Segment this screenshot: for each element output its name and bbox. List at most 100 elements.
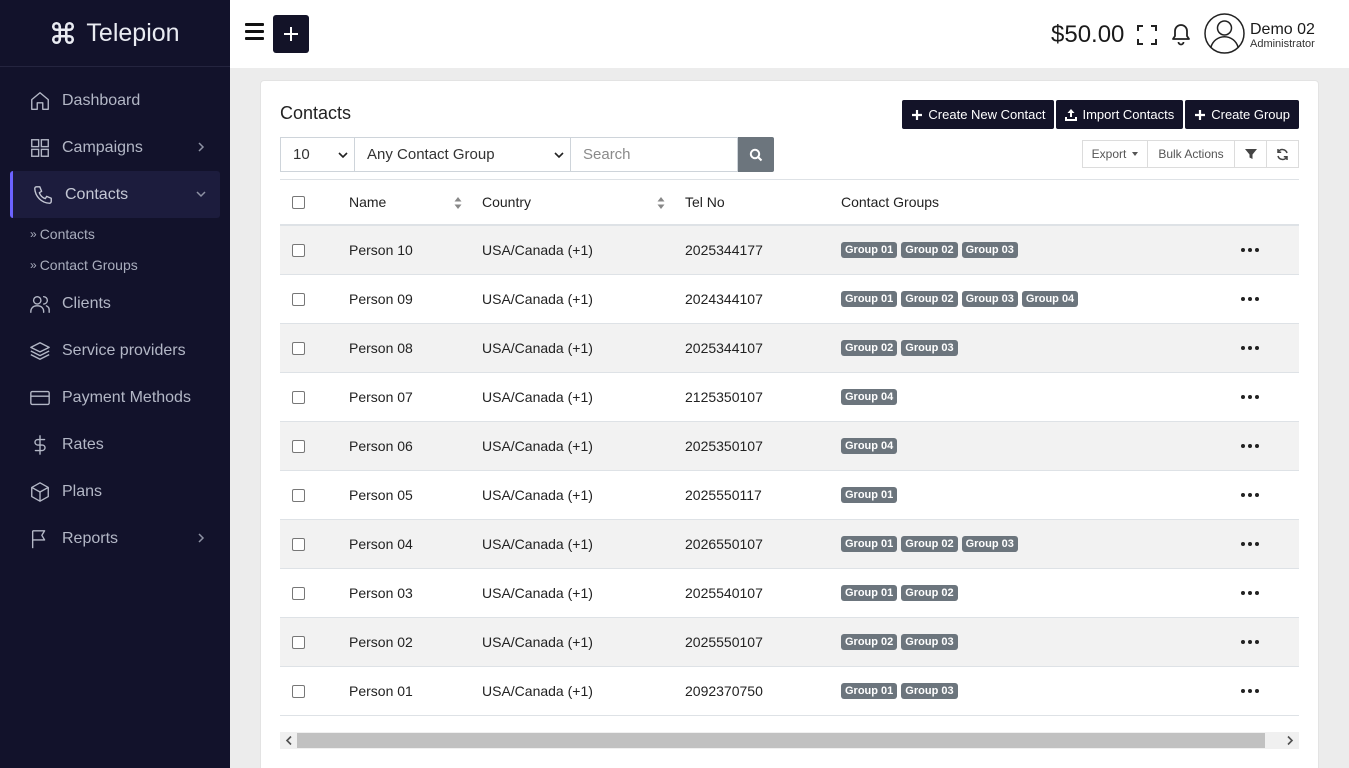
grid-icon: [29, 137, 51, 159]
row-actions-button[interactable]: [1241, 569, 1259, 617]
group-badge: Group 04: [841, 438, 898, 454]
table-row: Person 07 USA/Canada (+1) 2125350107 Gro…: [280, 373, 1299, 422]
contact-tel: 2025344107: [685, 340, 763, 356]
column-header-country[interactable]: Country: [482, 180, 531, 224]
sort-icon[interactable]: [454, 196, 462, 210]
sidebar-item-reports[interactable]: Reports: [0, 515, 230, 562]
contact-country: USA/Canada (+1): [482, 585, 593, 601]
filter-button[interactable]: [1234, 140, 1267, 168]
column-header-name[interactable]: Name: [349, 180, 386, 224]
row-select-cell: [292, 569, 305, 617]
sidebar-item-campaigns[interactable]: Campaigns: [0, 124, 230, 171]
contact-tel: 2026550107: [685, 536, 763, 552]
import-contacts-button[interactable]: Import Contacts: [1056, 100, 1184, 129]
contact-name: Person 06: [349, 438, 413, 454]
row-actions-button[interactable]: [1241, 471, 1259, 519]
row-checkbox[interactable]: [292, 635, 305, 649]
bulk-actions-button[interactable]: Bulk Actions: [1147, 140, 1235, 168]
row-actions-button[interactable]: [1241, 275, 1259, 323]
row-actions-button[interactable]: [1241, 373, 1259, 421]
bell-icon[interactable]: [1171, 22, 1191, 46]
row-checkbox[interactable]: [292, 341, 305, 355]
sidebar-item-plans[interactable]: Plans: [0, 468, 230, 515]
group-badge: Group 03: [961, 291, 1018, 307]
row-select-cell: [292, 226, 305, 274]
row-checkbox[interactable]: [292, 537, 305, 551]
dollar-icon: [29, 434, 51, 456]
contact-groups: Group 01 Group 02: [841, 569, 958, 617]
scroll-left-icon[interactable]: [284, 735, 294, 746]
sidebar-item-rates[interactable]: Rates: [0, 421, 230, 468]
row-checkbox[interactable]: [292, 488, 305, 502]
group-badge: Group 02: [901, 242, 958, 258]
table-row: Person 09 USA/Canada (+1) 2024344107 Gro…: [280, 275, 1299, 324]
row-checkbox[interactable]: [292, 243, 305, 257]
plus-icon: [1195, 109, 1206, 120]
row-checkbox[interactable]: [292, 390, 305, 404]
quick-add-button[interactable]: [273, 15, 309, 53]
filter-icon: [1244, 149, 1257, 159]
scroll-right-icon[interactable]: [1285, 735, 1295, 746]
column-header-tel-no[interactable]: Tel No: [685, 180, 725, 224]
sidebar-item-label: Rates: [62, 435, 104, 453]
scrollbar-thumb[interactable]: [297, 733, 1265, 748]
row-checkbox[interactable]: [292, 439, 305, 453]
refresh-button[interactable]: [1266, 140, 1299, 168]
contact-tel: 2024344107: [685, 291, 763, 307]
export-dropdown[interactable]: Export: [1082, 140, 1148, 168]
fullscreen-icon[interactable]: [1136, 24, 1158, 46]
row-actions-button[interactable]: [1241, 324, 1259, 372]
contact-country: USA/Canada (+1): [482, 683, 593, 699]
create-group-button[interactable]: Create Group: [1185, 100, 1299, 129]
page-size-select[interactable]: 10: [280, 137, 355, 172]
import-contacts-label: Import Contacts: [1082, 107, 1175, 122]
row-actions-button[interactable]: [1241, 422, 1259, 470]
sidebar-subitem-contact-groups[interactable]: » Contact Groups: [0, 249, 230, 280]
contact-country: USA/Canada (+1): [482, 291, 593, 307]
sidebar-item-label: Payment Methods: [62, 388, 191, 406]
more-icon: [1241, 542, 1259, 546]
row-checkbox[interactable]: [292, 586, 305, 600]
column-header-contact-groups[interactable]: Contact Groups: [841, 180, 939, 224]
row-actions-button[interactable]: [1241, 226, 1259, 274]
sidebar-item-service-providers[interactable]: Service providers: [0, 327, 230, 374]
contact-name: Person 08: [349, 340, 413, 356]
group-badge: Group 02: [841, 634, 898, 650]
create-contact-button[interactable]: Create New Contact: [902, 100, 1055, 129]
table-row: Person 06 USA/Canada (+1) 2025350107 Gro…: [280, 422, 1299, 471]
row-checkbox[interactable]: [292, 292, 305, 306]
sidebar-subitem-contacts[interactable]: » Contacts: [0, 218, 230, 249]
brand-name: Telepion: [86, 18, 180, 47]
sidebar-item-dashboard[interactable]: Dashboard: [0, 77, 230, 124]
search-button[interactable]: [738, 137, 774, 172]
contact-name: Person 02: [349, 634, 413, 650]
contact-groups: Group 02 Group 03: [841, 618, 958, 666]
row-actions-button[interactable]: [1241, 520, 1259, 568]
sort-icon[interactable]: [657, 196, 665, 210]
upload-icon: [1065, 108, 1078, 121]
row-actions-button[interactable]: [1241, 667, 1259, 715]
contact-group-select[interactable]: Any Contact Group: [355, 137, 571, 172]
select-all-checkbox[interactable]: [292, 195, 305, 209]
sidebar-item-contacts[interactable]: Contacts: [10, 171, 220, 218]
sidebar-item-payment-methods[interactable]: Payment Methods: [0, 374, 230, 421]
row-checkbox[interactable]: [292, 684, 305, 698]
table-row: Person 04 USA/Canada (+1) 2026550107 Gro…: [280, 520, 1299, 569]
refresh-icon: [1277, 148, 1288, 160]
horizontal-scrollbar[interactable]: [280, 732, 1299, 749]
brand[interactable]: Telepion: [0, 0, 230, 67]
contact-groups: Group 01 Group 02 Group 03: [841, 226, 1018, 274]
contact-country: USA/Canada (+1): [482, 242, 593, 258]
sidebar-nav: Dashboard Campaigns Contacts » Contacts …: [0, 67, 230, 562]
search-input[interactable]: [571, 137, 738, 172]
row-actions-button[interactable]: [1241, 618, 1259, 666]
sidebar-item-clients[interactable]: Clients: [0, 280, 230, 327]
contact-tel: 2025540107: [685, 585, 763, 601]
page-title: Contacts: [280, 103, 352, 123]
user-name[interactable]: Demo 02: [1250, 21, 1315, 39]
menu-toggle-icon[interactable]: [245, 23, 264, 43]
chevron-down-icon: [338, 151, 348, 158]
contact-groups: Group 04: [841, 373, 898, 421]
avatar[interactable]: [1204, 13, 1245, 54]
group-badges: Group 01 Group 02 Group 03: [841, 536, 1018, 552]
